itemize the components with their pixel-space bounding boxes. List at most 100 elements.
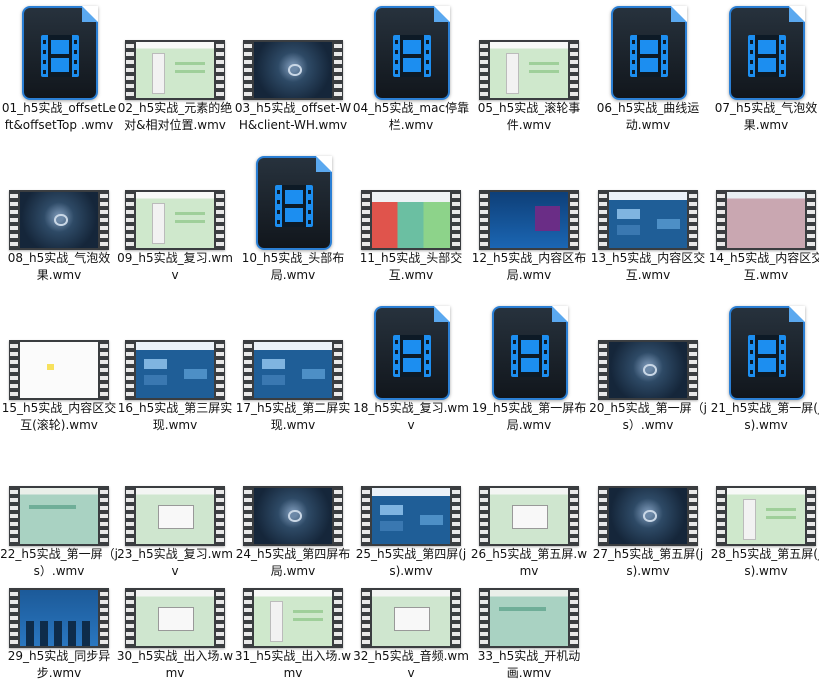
file-item[interactable]: 21_h5实战_第一屏(js).wmv (707, 300, 819, 432)
video-preview-frame (490, 590, 568, 646)
file-item[interactable]: 24_h5实战_第四屏布局.wmv (234, 446, 352, 578)
file-item[interactable]: 28_h5实战_第五屏(js).wmv (707, 446, 819, 578)
file-name-label: 07_h5实战_气泡效果.wmv (714, 101, 818, 132)
file-name-label: 32_h5实战_音频.wmv (353, 649, 469, 680)
file-item[interactable]: 13_h5实战_内容区交互.wmv (589, 150, 707, 282)
file-thumbnail (234, 300, 352, 400)
file-thumbnail (234, 548, 352, 648)
file-item[interactable]: 27_h5实战_第五屏(js).wmv (589, 446, 707, 578)
video-preview-filmstrip (716, 190, 816, 250)
file-item[interactable]: 31_h5实战_出入场.wmv (234, 548, 352, 680)
file-name-label: 12_h5实战_内容区布局.wmv (471, 251, 587, 282)
file-name-label: 28_h5实战_第五屏(js).wmv (710, 547, 819, 578)
file-name-label: 15_h5实战_内容区交互(滚轮).wmv (1, 401, 117, 432)
video-preview-filmstrip (361, 588, 461, 648)
file-name-label: 18_h5实战_复习.wmv (353, 401, 469, 432)
file-item[interactable]: 29_h5实战_同步异步.wmv (0, 548, 118, 680)
file-thumbnail (352, 300, 470, 400)
video-file-icon (611, 6, 687, 100)
video-preview-filmstrip (9, 588, 109, 648)
video-preview-frame (372, 488, 450, 544)
video-preview-frame (727, 488, 805, 544)
video-preview-filmstrip (9, 486, 109, 546)
video-preview-filmstrip (243, 588, 343, 648)
video-preview-frame (727, 192, 805, 248)
video-preview-filmstrip (243, 40, 343, 100)
file-thumbnail (589, 0, 707, 100)
file-thumbnail (589, 446, 707, 546)
file-thumbnail (352, 446, 470, 546)
file-name-label: 31_h5实战_出入场.wmv (234, 649, 352, 680)
video-preview-filmstrip (125, 40, 225, 100)
file-name-label: 20_h5实战_第一屏（js）.wmv (589, 401, 707, 432)
video-preview-filmstrip (598, 340, 698, 400)
file-item[interactable]: 26_h5实战_第五屏.wmv (470, 446, 588, 578)
video-preview-frame (609, 488, 687, 544)
file-item[interactable]: 05_h5实战_滚轮事件.wmv (470, 0, 588, 132)
video-preview-frame (254, 590, 332, 646)
file-item[interactable]: 30_h5实战_出入场.wmv (116, 548, 234, 680)
video-preview-filmstrip (479, 40, 579, 100)
file-thumbnail (0, 150, 118, 250)
video-preview-frame (136, 488, 214, 544)
video-preview-frame (136, 42, 214, 98)
file-item[interactable]: 03_h5实战_offset-WH&client-WH.wmv (234, 0, 352, 132)
video-preview-frame (254, 42, 332, 98)
file-thumbnail (470, 300, 588, 400)
video-preview-frame (609, 342, 687, 398)
video-preview-frame (20, 590, 98, 646)
video-preview-filmstrip (361, 486, 461, 546)
video-preview-filmstrip (9, 340, 109, 400)
file-name-label: 01_h5实战_offsetLeft&offsetTop .wmv (1, 101, 117, 132)
file-item[interactable]: 32_h5实战_音频.wmv (352, 548, 470, 680)
video-preview-filmstrip (125, 588, 225, 648)
file-thumbnail (0, 0, 118, 100)
video-preview-frame (20, 488, 98, 544)
video-file-icon (729, 306, 805, 400)
file-name-label: 06_h5实战_曲线运动.wmv (596, 101, 700, 132)
video-preview-frame (490, 192, 568, 248)
file-item[interactable]: 12_h5实战_内容区布局.wmv (470, 150, 588, 282)
file-item[interactable]: 17_h5实战_第二屏实现.wmv (234, 300, 352, 432)
file-item[interactable]: 22_h5实战_第一屏（js）.wmv (0, 446, 118, 578)
file-item[interactable]: 25_h5实战_第四屏(js).wmv (352, 446, 470, 578)
file-item[interactable]: 18_h5实战_复习.wmv (352, 300, 470, 432)
file-name-label: 05_h5实战_滚轮事件.wmv (477, 101, 581, 132)
video-preview-frame (254, 488, 332, 544)
file-item[interactable]: 11_h5实战_头部交互.wmv (352, 150, 470, 282)
video-preview-frame (136, 590, 214, 646)
file-item[interactable]: 15_h5实战_内容区交互(滚轮).wmv (0, 300, 118, 432)
file-item[interactable]: 23_h5实战_复习.wmv (116, 446, 234, 578)
video-preview-frame (372, 192, 450, 248)
file-thumbnail (470, 0, 588, 100)
file-name-label: 17_h5实战_第二屏实现.wmv (235, 401, 351, 432)
file-item[interactable]: 04_h5实战_mac停靠栏.wmv (352, 0, 470, 132)
file-item[interactable]: 16_h5实战_第三屏实现.wmv (116, 300, 234, 432)
file-item[interactable]: 08_h5实战_气泡效果.wmv (0, 150, 118, 282)
video-preview-filmstrip (361, 190, 461, 250)
file-name-label: 02_h5实战_元素的绝对&相对位置.wmv (117, 101, 233, 132)
file-item[interactable]: 20_h5实战_第一屏（js）.wmv (589, 300, 707, 432)
file-thumbnail (0, 446, 118, 546)
video-file-icon (374, 6, 450, 100)
file-thumbnail (116, 446, 234, 546)
video-preview-filmstrip (125, 190, 225, 250)
video-preview-filmstrip (9, 190, 109, 250)
video-file-icon (22, 6, 98, 100)
file-name-label: 08_h5实战_气泡效果.wmv (7, 251, 111, 282)
file-item[interactable]: 33_h5实战_开机动画.wmv (470, 548, 588, 680)
file-item[interactable]: 02_h5实战_元素的绝对&相对位置.wmv (116, 0, 234, 132)
file-thumbnail (234, 0, 352, 100)
file-name-label: 21_h5实战_第一屏(js).wmv (710, 401, 819, 432)
file-name-label: 04_h5实战_mac停靠栏.wmv (352, 101, 470, 132)
file-item[interactable]: 09_h5实战_复习.wmv (116, 150, 234, 282)
file-item[interactable]: 07_h5实战_气泡效果.wmv (707, 0, 819, 132)
file-item[interactable]: 14_h5实战_内容区交互.wmv (707, 150, 819, 282)
file-item[interactable]: 06_h5实战_曲线运动.wmv (589, 0, 707, 132)
file-item[interactable]: 19_h5实战_第一屏布局.wmv (470, 300, 588, 432)
file-item[interactable]: 01_h5实战_offsetLeft&offsetTop .wmv (0, 0, 118, 132)
file-thumbnail (589, 300, 707, 400)
file-thumbnail (116, 0, 234, 100)
video-preview-filmstrip (598, 190, 698, 250)
file-item[interactable]: 10_h5实战_头部布局.wmv (234, 150, 352, 282)
